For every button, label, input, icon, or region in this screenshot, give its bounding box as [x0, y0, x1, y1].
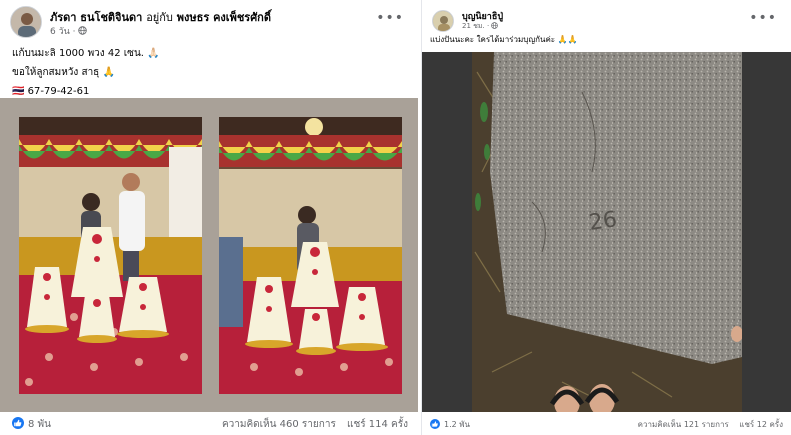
left-post-reactions[interactable]: 8 พัน [12, 417, 51, 432]
caption-line-2: ขอให้ลูกสมหวัง สาธุ 🙏 [12, 67, 115, 78]
right-post-meta: 21 ชม. · [462, 21, 499, 32]
thumbs-up-icon [431, 421, 438, 427]
left-post-caption: แก้บนมะลิ 1000 พวง 42 เซน. 🙏🏻 ขอให้ลูกสม… [12, 44, 160, 101]
like-icon [430, 419, 440, 429]
temple-photo-1[interactable] [19, 117, 202, 394]
thumbs-up-icon [14, 419, 22, 427]
left-post: ภัรดา ธนโชติจินดา อยู่กับ พงษธร คงเพ็ชรศ… [0, 0, 418, 435]
reactions-count: 8 พัน [28, 419, 51, 430]
caption-line-1: แก้บนมะลิ 1000 พวง 42 เซน. 🙏🏻 [12, 48, 160, 59]
comments-count[interactable]: ความคิดเห็น 121 รายการ [638, 420, 729, 429]
stone-writing: 26 [587, 207, 618, 236]
post-time[interactable]: 21 ชม. [462, 22, 485, 30]
temple-photo-2[interactable] [219, 117, 402, 394]
right-post-stats: ความคิดเห็น 121 รายการ แชร์ 12 ครั้ง [630, 418, 783, 431]
like-icon [12, 417, 24, 429]
stone-photo[interactable]: 26 [472, 52, 742, 412]
left-post-stats: ความคิดเห็น 460 รายการ แชร์ 114 ครั้ง [214, 417, 408, 432]
globe-icon [491, 22, 499, 29]
right-post: บุญนิยาธิปู่ 21 ชม. · ••• แบ่งปันนะคะ ใค… [421, 0, 791, 435]
temple-scene-image [219, 117, 402, 394]
post-time[interactable]: 6 วัน [50, 27, 70, 37]
right-post-avatar[interactable] [432, 10, 454, 32]
left-post-header: ภัรดา ธนโชติจินดา อยู่กับ พงษธร คงเพ็ชรศ… [10, 6, 408, 40]
left-post-footer: 8 พัน ความคิดเห็น 460 รายการ แชร์ 114 คร… [0, 412, 418, 435]
left-post-photos [0, 98, 418, 412]
left-post-meta: 6 วัน · [50, 24, 88, 38]
shares-count[interactable]: แชร์ 114 ครั้ง [347, 419, 408, 430]
globe-icon [78, 26, 88, 35]
more-options-icon[interactable]: ••• [376, 10, 404, 26]
right-post-photo: 26 [422, 52, 791, 412]
left-post-avatar[interactable] [10, 6, 42, 38]
temple-scene-image [19, 117, 202, 394]
avatar-image [11, 7, 41, 37]
screenshot: ภัรดา ธนโชติจินดา อยู่กับ พงษธร คงเพ็ชรศ… [0, 0, 791, 435]
author-name[interactable]: ภัรดา ธนโชติจินดา [50, 11, 142, 24]
more-options-icon[interactable]: ••• [749, 10, 777, 26]
tagged-name[interactable]: พงษธร คงเพ็ชรศักดิ์ [177, 11, 271, 24]
reactions-count: 1.2 พัน [444, 420, 471, 429]
avatar-image [433, 11, 453, 31]
right-post-footer: 1.2 พัน ความคิดเห็น 121 รายการ แชร์ 12 ค… [422, 412, 791, 435]
with-text: อยู่กับ [146, 11, 173, 24]
shares-count[interactable]: แชร์ 12 ครั้ง [739, 420, 783, 429]
stone-slab-image: 26 [472, 52, 742, 412]
comments-count[interactable]: ความคิดเห็น 460 รายการ [222, 419, 336, 430]
right-post-caption: แบ่งปันนะคะ ใครได้มาร่วมบุญกันค่ะ 🙏🙏 [430, 35, 578, 44]
right-post-reactions[interactable]: 1.2 พัน [430, 418, 470, 431]
